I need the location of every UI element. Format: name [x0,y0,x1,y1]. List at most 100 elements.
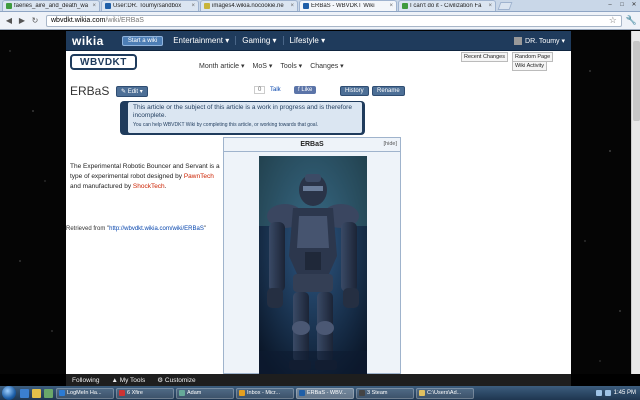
wikia-global-nav: wikia Start a wiki Entertainment ▾ Gamin… [66,31,571,51]
taskbar-item-label: ERBaS - WBV... [307,390,347,396]
user-menu[interactable]: DR. Toumy ▾ [514,36,565,45]
retrieved-label: Retrieved from " [66,226,110,232]
wikia-logo[interactable]: wikia [72,34,104,48]
tab-close-icon[interactable]: × [488,3,492,9]
tab-favicon-icon [105,3,111,9]
article-body: The Experimental Robotic Bouncer and Ser… [70,162,220,192]
tray-volume-icon[interactable] [604,390,611,396]
tab-close-icon[interactable]: × [92,3,96,9]
edit-button[interactable]: ✎ Edit ▾ [116,86,148,97]
browser-tab-strip: faeries_aire_and_death_wa × User:DR. Toumy… [0,0,640,12]
tab-label: images4.wikia.nocookie.ne [212,3,284,9]
infobox-hide-link[interactable]: [hide] [384,141,397,147]
taskbar-app-icon [419,390,425,396]
my-tools-menu[interactable]: ▲ My Tools [111,377,145,384]
browser-tab[interactable]: images4.wikia.nocookie.ne × [200,0,298,11]
media-icon[interactable] [44,388,53,398]
customize-link[interactable]: ⚙ Customize [157,376,195,384]
talk-link[interactable]: Talk [270,87,281,93]
url-path: /wiki/ERBaS [105,17,144,24]
browser-toolbar: ◀ ▶ ↻ wbvdkt.wikia.com /wiki/ERBaS ☆ 🔧 [0,12,640,30]
taskbar-item[interactable]: LogMeIn Ha... [56,387,114,399]
scrollbar[interactable] [631,31,640,374]
maximize-button[interactable]: □ [616,0,628,9]
taskbar-app-icon [59,390,65,396]
tab-close-icon[interactable]: × [191,3,195,9]
nav-mos[interactable]: MoS ▾ [253,62,273,70]
taskbar-item[interactable]: Adam [176,387,234,399]
page-title: ERBaS [70,84,110,98]
ie-icon[interactable] [20,388,29,398]
minimize-button[interactable]: – [604,0,616,9]
clock[interactable]: 1:45 PM [614,390,636,396]
infobox: ERBaS [hide] [223,137,401,375]
shocktech-link[interactable]: ShockTech [133,183,165,190]
nav-month-article[interactable]: Month article ▾ [199,62,245,70]
pawntech-link[interactable]: PawnTech [184,173,214,180]
nav-lifestyle[interactable]: Lifestyle ▾ [290,36,332,45]
following-link[interactable]: Following [72,377,99,384]
retrieved-end: " [203,226,206,232]
forward-button[interactable]: ▶ [16,15,28,27]
browser-tab[interactable]: I can't do it - Civilization Fa × [398,0,496,11]
taskbar-item[interactable]: Inbox - Micr... [236,387,294,399]
taskbar-item-label: 6 Xfire [127,390,143,396]
taskbar-item-label: 3 Steam [367,390,388,396]
taskbar-item[interactable]: 3 Steam [356,387,414,399]
explorer-icon[interactable] [32,388,41,398]
tab-favicon-icon [6,3,12,9]
browser-tab[interactable]: faeries_aire_and_death_wa × [2,0,100,11]
tray-network-icon[interactable] [595,390,602,396]
scrollbar-thumb[interactable] [633,41,640,121]
work-in-progress-notice: This article or the subject of this arti… [120,101,365,135]
wrench-icon[interactable]: 🔧 [626,15,637,26]
wikia-toolbar: Following ▲ My Tools ⚙ Customize [66,374,571,386]
taskbar-app-icon [119,390,125,396]
taskbar-app-icon [239,390,245,396]
infobox-title: ERBaS [300,141,324,148]
notice-message: This article or the subject of this arti… [133,104,352,119]
nav-tools[interactable]: Tools ▾ [280,62,302,70]
wiki-activity-button[interactable]: Wiki Activity [512,61,548,71]
tab-label: ERBaS - WBVDKT Wiki [311,3,375,9]
browser-tab[interactable]: User:DR. Toumy/sandbox × [101,0,199,11]
retrieved-from: Retrieved from "http://wbvdkt.wikia.com/… [66,226,206,232]
system-tray: 1:45 PM [595,390,640,396]
start-wiki-button[interactable]: Start a wiki [121,35,164,46]
retrieved-link[interactable]: http://wbvdkt.wikia.com/wiki/ERBaS [109,226,204,232]
notice-inner: This article or the subject of this arti… [128,102,362,133]
robot-image[interactable] [259,156,367,375]
reload-button[interactable]: ↻ [29,15,41,27]
avatar [514,36,523,45]
tab-label: I can't do it - Civilization Fa [410,3,482,9]
nav-entertainment[interactable]: Entertainment ▾ [173,36,237,45]
history-button[interactable]: History [340,86,369,96]
taskbar-app-icon [179,390,185,396]
notice-subtext: You can help WBVDKT Wiki by completing t… [133,122,319,128]
taskbar-item-label: LogMeIn Ha... [67,390,102,396]
taskbar-item[interactable]: 6 Xfire [116,387,174,399]
wiki-wordmark[interactable]: WBVDKT [70,54,137,70]
back-button[interactable]: ◀ [3,15,15,27]
start-button[interactable] [2,386,16,400]
url-host: wbvdkt.wikia.com [51,17,106,24]
body-text-c: . [164,183,167,190]
recent-changes-button[interactable]: Recent Changes [461,52,508,62]
tab-close-icon[interactable]: × [389,3,393,9]
rename-button[interactable]: Rename [372,86,405,96]
bookmark-star-icon[interactable]: ☆ [609,15,617,26]
taskbar-item[interactable]: C:\Users\Ad... [416,387,474,399]
tab-label: faeries_aire_and_death_wa [14,3,89,9]
facebook-like-button[interactable]: f Like [294,86,317,94]
taskbar-item[interactable]: ERBaS - WBV... [296,387,354,399]
nav-gaming[interactable]: Gaming ▾ [242,36,284,45]
address-bar[interactable]: wbvdkt.wikia.com /wiki/ERBaS ☆ [46,14,622,27]
tab-close-icon[interactable]: × [290,3,294,9]
close-window-button[interactable]: ✕ [628,0,640,9]
nav-changes[interactable]: Changes ▾ [310,62,343,70]
comment-count[interactable]: 0 [254,86,266,94]
taskbar-item-label: Inbox - Micr... [247,390,281,396]
new-tab-button[interactable] [497,2,513,10]
browser-tab[interactable]: ERBaS - WBVDKT Wiki × [299,0,397,11]
infobox-header: ERBaS [hide] [224,138,400,152]
